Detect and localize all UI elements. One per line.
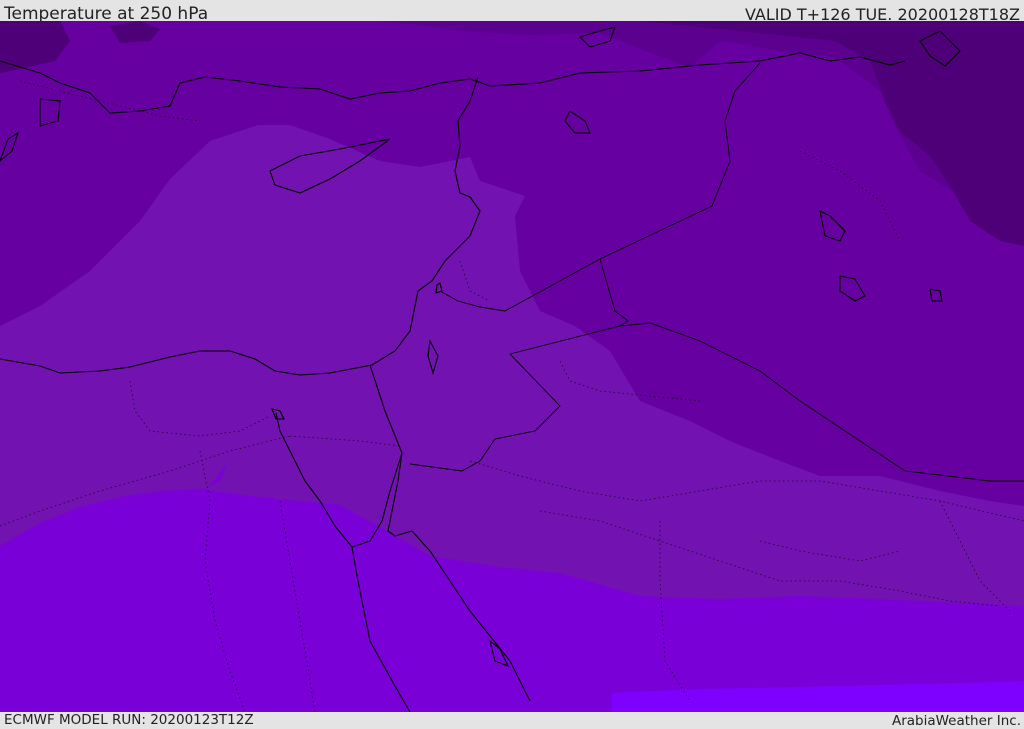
header-bar: Temperature at 250 hPa VALID T+126 TUE. … (0, 0, 1024, 24)
model-run-label: ECMWF MODEL RUN: 20200123T12Z (4, 712, 254, 728)
credit-label: ArabiaWeather Inc. (891, 713, 1021, 729)
footer-bar: ECMWF MODEL RUN: 20200123T12Z ArabiaWeat… (0, 712, 1024, 729)
map-canvas (0, 21, 1024, 712)
weather-map-page: Temperature at 250 hPa VALID T+126 TUE. … (0, 0, 1024, 729)
temperature-map[interactable] (0, 21, 1024, 712)
